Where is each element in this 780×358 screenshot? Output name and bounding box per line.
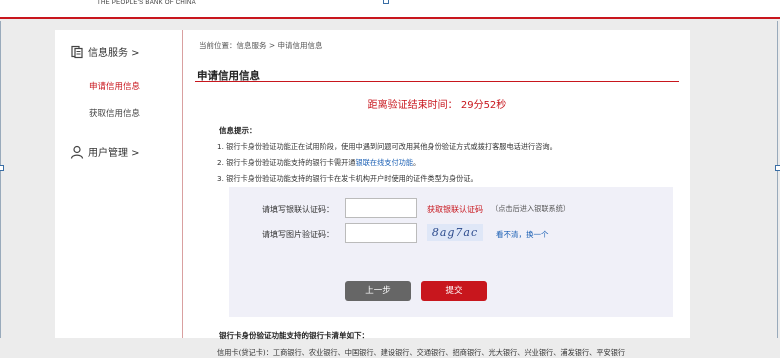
image-code-label: 请填写图片验证码： <box>262 230 334 239</box>
countdown-timer: 距离验证结束时间： 29分52秒 <box>367 100 507 111</box>
sidebar-info-service[interactable]: 信息服务 > <box>70 44 140 59</box>
sidebar-item-apply-credit[interactable]: 申请信用信息 <box>89 80 140 92</box>
breadcrumb: 当前位置：信息服务 > 申请信用信息 <box>199 41 323 50</box>
refresh-captcha-link[interactable]: 看不清，换一个 <box>496 229 549 240</box>
get-code-note: （点击后进入银联系统） <box>491 204 571 213</box>
sidebar-divider <box>182 30 183 338</box>
selection-handle[interactable] <box>383 0 389 4</box>
tip-line-3: 3. 银行卡身份验证功能支持的银行卡在发卡机构开户时使用的证件类型为身份证。 <box>217 174 478 183</box>
image-code-input[interactable] <box>345 223 417 243</box>
selection-handle[interactable] <box>0 165 4 171</box>
sidebar-info-service-label: 信息服务 > <box>88 48 140 59</box>
bank-list: 信用卡(贷记卡)：工商银行、农业银行、中国银行、建设银行、交通银行、招商银行、光… <box>217 348 626 357</box>
sidebar: 信息服务 > 申请信用信息 获取信用信息 用户管理 > <box>55 30 182 338</box>
sidebar-user-manage[interactable]: 用户管理 > <box>70 144 140 159</box>
tip-line-1: 1. 银行卡身份验证功能正在试用阶段，使用中遇到问题可改用其他身份验证方式或拨打… <box>217 142 557 151</box>
submit-button[interactable]: 提交 <box>421 281 487 301</box>
verification-form: 请填写银联认证码： 获取银联认证码 （点击后进入银联系统） 请填写图片验证码： … <box>229 187 673 317</box>
brand-english: THE PEOPLE'S BANK OF CHINA <box>97 0 196 6</box>
main-content: 当前位置：信息服务 > 申请信用信息 申请信用信息 距离验证结束时间： 29分5… <box>195 30 690 357</box>
back-button[interactable]: 上一步 <box>345 281 411 301</box>
get-unionpay-code-link[interactable]: 获取银联认证码 <box>427 204 483 215</box>
frame-edge-right <box>777 21 778 338</box>
section-rule <box>195 81 679 82</box>
tip-line-2: 2. 银行卡身份验证功能支持的银行卡需开通银联在线支付功能。 <box>217 158 420 168</box>
tip-line-2-end: 。 <box>413 158 421 167</box>
captcha-image[interactable]: 8ag7ac <box>427 224 483 241</box>
unionpay-code-label: 请填写银联认证码： <box>262 205 334 214</box>
user-icon <box>70 145 84 159</box>
unionpay-online-link[interactable]: 银联在线支付功能 <box>356 158 414 167</box>
top-header: THE PEOPLE'S BANK OF CHINA <box>0 0 780 19</box>
bank-list-heading: 银行卡身份验证功能支持的银行卡清单如下： <box>219 331 369 340</box>
sidebar-user-manage-label: 用户管理 > <box>88 148 140 159</box>
frame-edge-left <box>0 21 1 338</box>
tips-heading: 信息提示： <box>219 126 257 135</box>
sidebar-item-get-credit[interactable]: 获取信用信息 <box>89 107 140 119</box>
document-icon <box>70 45 84 59</box>
selection-handle[interactable] <box>775 165 780 171</box>
tip-line-2-text: 2. 银行卡身份验证功能支持的银行卡需开通 <box>217 158 356 167</box>
unionpay-code-input[interactable] <box>345 198 417 218</box>
